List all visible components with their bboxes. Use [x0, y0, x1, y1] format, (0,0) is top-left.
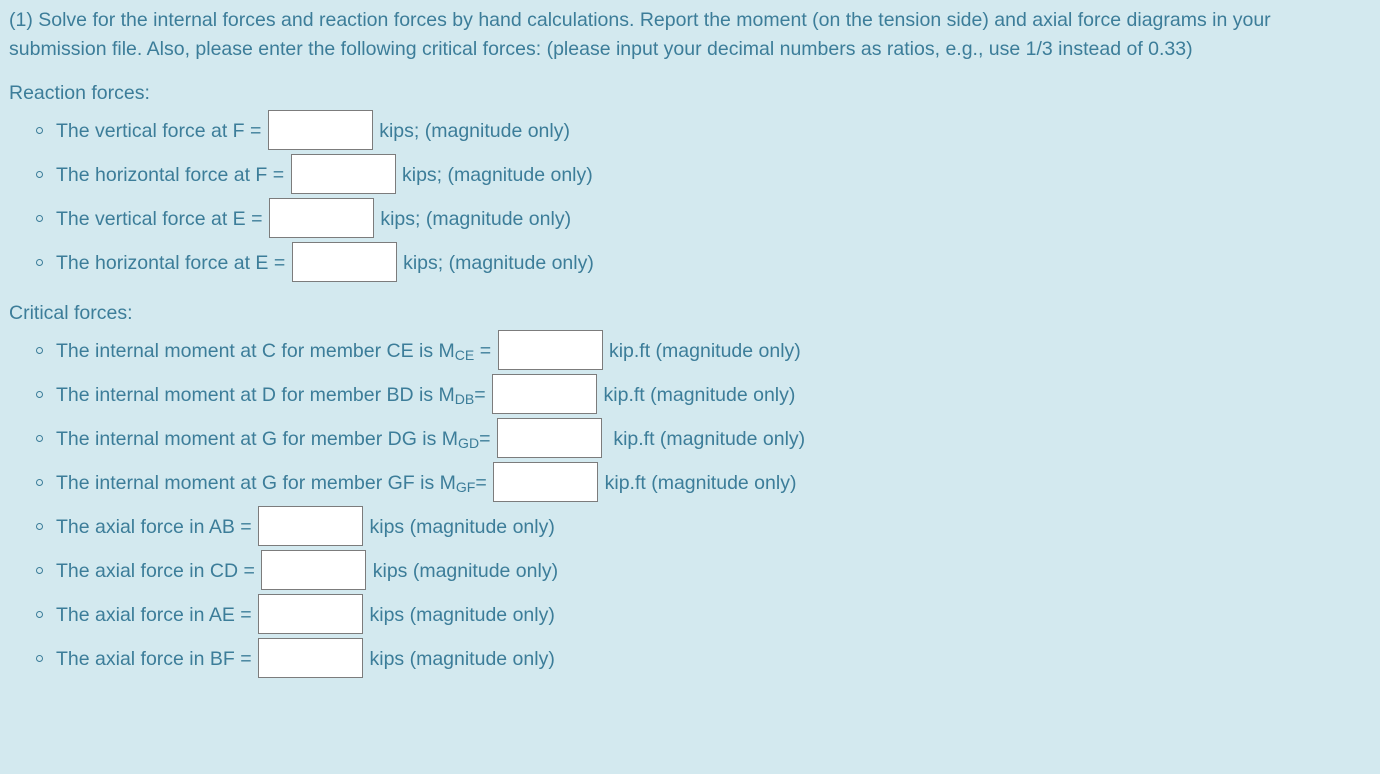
- row-label: The horizontal force at E =: [56, 251, 286, 274]
- row-label: The axial force in AE =: [56, 603, 252, 626]
- row-label: The internal moment at G for member DG i…: [56, 427, 459, 450]
- row-label: The internal moment at D for member BD i…: [56, 383, 455, 406]
- critical-forces-heading: Critical forces:: [9, 302, 133, 324]
- row-unit: kip.ft (magnitude only): [603, 383, 796, 406]
- input-axial-force-ae[interactable]: [258, 593, 364, 634]
- reaction-forces-list: The vertical force at F = kips; (magnitu…: [0, 108, 1380, 284]
- row-unit: kips (magnitude only): [369, 515, 555, 538]
- row-equals: =: [474, 383, 486, 406]
- bullet-icon: [36, 592, 45, 636]
- row-subscript: GD: [458, 435, 480, 452]
- bullet-icon: [36, 372, 45, 416]
- problem-page: (1) Solve for the internal forces and re…: [0, 0, 1380, 774]
- row-subscript: GF: [455, 479, 476, 496]
- row-label: The vertical force at F =: [56, 119, 262, 142]
- reaction-forces-heading: Reaction forces:: [9, 82, 150, 104]
- row-equals: =: [475, 471, 487, 494]
- list-item-vertical-force-f: The vertical force at F = kips; (magnitu…: [0, 108, 1380, 152]
- row-equals: =: [474, 339, 492, 362]
- row-unit: kips; (magnitude only): [379, 119, 570, 142]
- row-unit: kips; (magnitude only): [380, 207, 572, 230]
- row-label: The axial force in BF =: [56, 647, 252, 670]
- list-item-moment-gd: The internal moment at G for member DG i…: [0, 416, 1380, 460]
- row-unit: kip.ft (magnitude only): [608, 339, 801, 362]
- row-unit: kips (magnitude only): [372, 559, 559, 582]
- row-label: The internal moment at C for member CE i…: [56, 339, 455, 362]
- input-horizontal-force-e[interactable]: [291, 241, 397, 282]
- list-item-axial-cd: The axial force in CD = kips (magnitude …: [0, 548, 1380, 592]
- row-unit: kips (magnitude only): [369, 603, 555, 626]
- row-subscript: CE: [454, 347, 475, 364]
- input-horizontal-force-f[interactable]: [290, 153, 396, 194]
- bullet-icon: [36, 328, 45, 372]
- input-vertical-force-f[interactable]: [267, 109, 373, 150]
- list-item-horizontal-force-e: The horizontal force at E = kips; (magni…: [0, 240, 1380, 284]
- list-item-vertical-force-e: The vertical force at E = kips; (magnitu…: [0, 196, 1380, 240]
- list-item-axial-ae: The axial force in AE = kips (magnitude …: [0, 592, 1380, 636]
- list-item-axial-ab: The axial force in AB = kips (magnitude …: [0, 504, 1380, 548]
- bullet-icon: [36, 636, 45, 680]
- input-axial-force-bf[interactable]: [258, 637, 364, 678]
- row-unit: kips; (magnitude only): [403, 251, 594, 274]
- bullet-icon: [36, 460, 45, 504]
- input-moment-gf[interactable]: [493, 461, 599, 502]
- list-item-axial-bf: The axial force in BF = kips (magnitude …: [0, 636, 1380, 680]
- input-axial-force-ab[interactable]: [258, 505, 364, 546]
- row-label: The axial force in AB =: [56, 515, 252, 538]
- bullet-icon: [36, 416, 45, 460]
- bullet-icon: [36, 196, 45, 240]
- row-label: The vertical force at E =: [56, 207, 263, 230]
- input-moment-db[interactable]: [492, 373, 598, 414]
- row-label: The axial force in CD =: [56, 559, 255, 582]
- problem-prompt: (1) Solve for the internal forces and re…: [9, 9, 1271, 60]
- input-axial-force-cd[interactable]: [261, 549, 367, 590]
- row-equals: =: [479, 427, 491, 450]
- bullet-icon: [36, 152, 45, 196]
- bullet-icon: [36, 108, 45, 152]
- bullet-icon: [36, 548, 45, 592]
- row-label: The internal moment at G for member GF i…: [56, 471, 456, 494]
- row-unit: kips (magnitude only): [369, 647, 555, 670]
- list-item-moment-ce: The internal moment at C for member CE i…: [0, 328, 1380, 372]
- row-unit: kips; (magnitude only): [402, 163, 593, 186]
- row-subscript: DB: [454, 391, 475, 408]
- input-moment-ce[interactable]: [497, 329, 603, 370]
- list-item-moment-db: The internal moment at D for member BD i…: [0, 372, 1380, 416]
- bullet-icon: [36, 504, 45, 548]
- input-vertical-force-e[interactable]: [268, 197, 374, 238]
- list-item-horizontal-force-f: The horizontal force at F = kips; (magni…: [0, 152, 1380, 196]
- critical-forces-list: The internal moment at C for member CE i…: [0, 328, 1380, 680]
- input-moment-gd[interactable]: [496, 417, 602, 458]
- row-label: The horizontal force at F =: [56, 163, 285, 186]
- row-unit: kip.ft (magnitude only): [613, 427, 806, 450]
- list-item-moment-gf: The internal moment at G for member GF i…: [0, 460, 1380, 504]
- bullet-icon: [36, 240, 45, 284]
- row-unit: kip.ft (magnitude only): [604, 471, 797, 494]
